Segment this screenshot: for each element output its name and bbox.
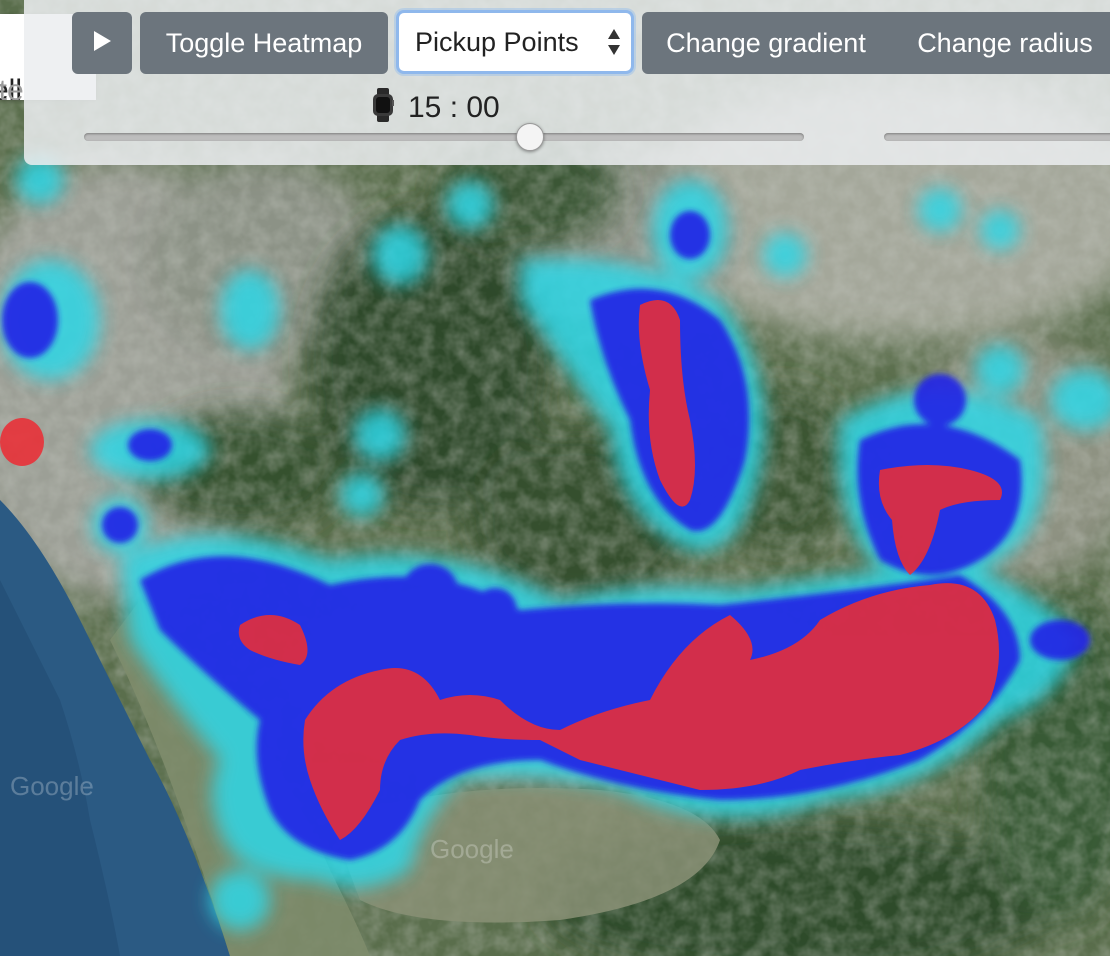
change-radius-button[interactable]: Change radius: [890, 12, 1110, 74]
toggle-heatmap-button[interactable]: Toggle Heatmap: [140, 12, 388, 74]
change-gradient-button[interactable]: Change gradient: [642, 12, 890, 74]
map-type-label-light: ite: [0, 74, 24, 100]
dataset-select-value: Pickup Points: [415, 26, 579, 57]
play-button[interactable]: [72, 12, 132, 74]
google-watermark-left: Google: [10, 771, 94, 801]
time-display: 15 : 00: [372, 88, 500, 127]
secondary-slider-track[interactable]: [884, 133, 1110, 141]
time-label: 15 : 00: [408, 90, 500, 124]
google-watermark-center: Google: [430, 834, 514, 864]
dataset-select[interactable]: Pickup Points: [396, 10, 634, 74]
watch-icon: [372, 88, 394, 127]
time-slider-track[interactable]: [84, 133, 804, 141]
play-icon: [92, 28, 112, 59]
up-down-arrows-icon: [607, 27, 621, 64]
